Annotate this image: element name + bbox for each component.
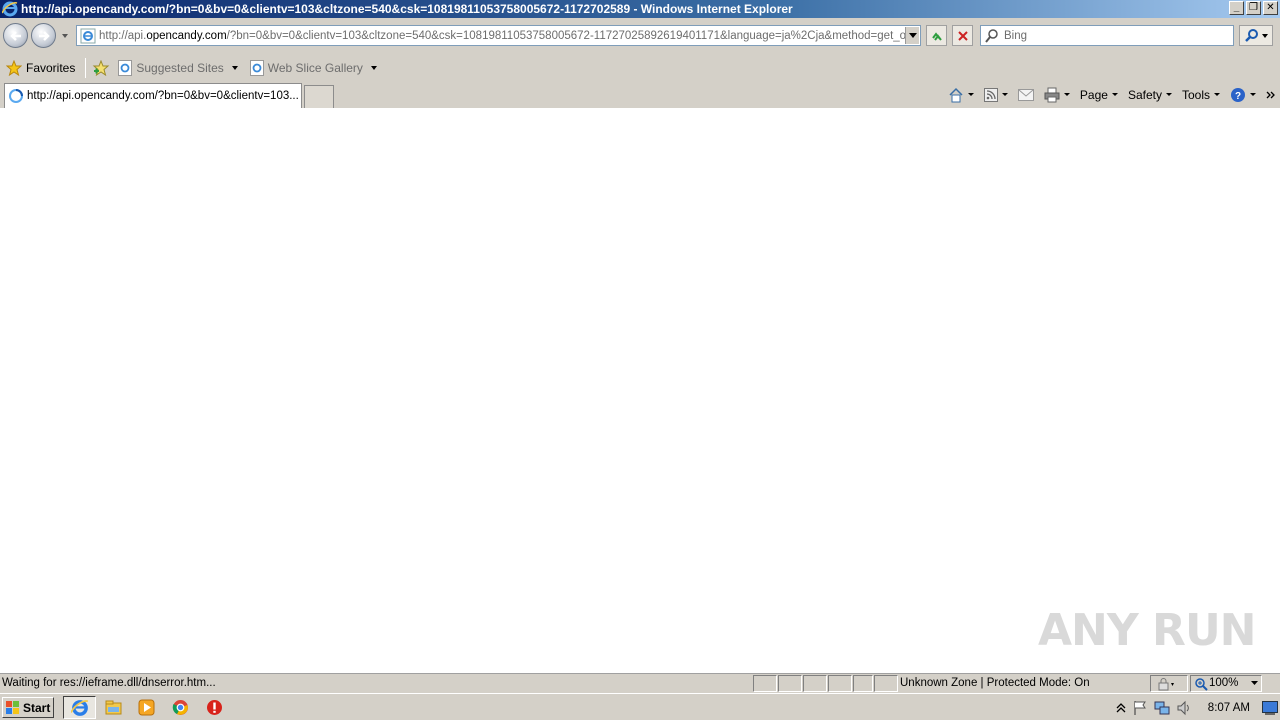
safety-menu[interactable]: Safety [1128, 88, 1172, 102]
web-slice-gallery-link[interactable]: Web Slice Gallery [249, 59, 377, 76]
status-bar: Waiting for res://ieframe.dll/dnserror.h… [0, 673, 1280, 693]
page-menu[interactable]: Page [1080, 88, 1118, 102]
clock[interactable]: 8:07 AM [1208, 702, 1250, 714]
separator [85, 57, 87, 78]
media-player-icon[interactable] [138, 699, 155, 716]
security-zone[interactable]: Unknown Zone | Protected Mode: On [900, 677, 1090, 689]
favorites-button[interactable]: Favorites [6, 59, 76, 76]
network-icon[interactable] [1154, 700, 1170, 716]
tab-active[interactable]: http://api.opencandy.com/?bn=0&bv=0&clie… [4, 83, 302, 108]
address-bar[interactable]: http://api.opencandy.com/?bn=0&bv=0&clie… [76, 25, 921, 46]
show-desktop-icon[interactable] [1262, 700, 1278, 715]
ie-page-icon [118, 59, 133, 76]
status-cell [874, 675, 898, 692]
back-button[interactable] [3, 23, 28, 48]
zoom-level: 100% [1209, 677, 1239, 689]
address-url[interactable]: http://api.opencandy.com/?bn=0&bv=0&clie… [99, 30, 905, 42]
add-to-favorites-bar-button[interactable] [92, 59, 110, 76]
window-title: http://api.opencandy.com/?bn=0&bv=0&clie… [21, 2, 793, 16]
navigation-bar: http://api.opencandy.com/?bn=0&bv=0&clie… [0, 18, 1280, 54]
search-box[interactable]: Bing [980, 25, 1234, 46]
show-hidden-icons-icon[interactable] [1116, 702, 1126, 714]
action-center-flag-icon[interactable] [1132, 700, 1148, 716]
start-button[interactable]: Start [2, 697, 54, 718]
ie-page-icon [80, 28, 96, 43]
anyrun-watermark: ANY RUN [1038, 605, 1256, 656]
forward-button[interactable] [31, 23, 56, 48]
recent-pages-dropdown[interactable] [61, 32, 69, 40]
web-slice-gallery-label: Web Slice Gallery [267, 60, 363, 75]
read-mail-button[interactable] [1017, 88, 1034, 101]
chevron-right-double-icon [1266, 91, 1275, 98]
search-icon [1244, 28, 1258, 42]
page-content [0, 108, 1280, 673]
search-placeholder: Bing [1004, 29, 1028, 42]
forward-icon [39, 31, 50, 41]
zoom-icon [1195, 678, 1208, 691]
tools-menu[interactable]: Tools [1182, 88, 1220, 102]
search-go-button[interactable] [1239, 25, 1273, 46]
stop-button[interactable] [952, 25, 973, 46]
more-commands-button[interactable] [1266, 90, 1276, 100]
taskbar: Start 8:07 AM [0, 693, 1280, 720]
status-text: Waiting for res://ieframe.dll/dnserror.h… [2, 677, 216, 689]
stop-icon [957, 30, 968, 41]
help-icon: ? [1231, 87, 1245, 102]
status-cell [778, 675, 802, 692]
refresh-button[interactable] [926, 25, 947, 46]
print-icon [1044, 87, 1060, 102]
search-icon [985, 28, 998, 43]
refresh-icon [931, 31, 942, 41]
loading-icon [9, 89, 23, 103]
volume-icon[interactable] [1176, 700, 1192, 716]
chevron-down-icon [231, 65, 238, 70]
favorites-label: Favorites [26, 60, 76, 75]
start-label: Start [23, 700, 51, 715]
new-tab-button[interactable] [304, 85, 334, 108]
suggested-sites-link[interactable]: Suggested Sites [118, 59, 238, 76]
windows-logo-icon [6, 700, 19, 714]
status-cell [853, 675, 873, 692]
help-menu[interactable]: ? [1230, 87, 1256, 103]
chrome-icon[interactable] [172, 699, 189, 716]
safety-menu-label: Safety [1127, 87, 1162, 102]
star-icon [6, 59, 22, 76]
protected-mode-button[interactable] [1150, 675, 1188, 692]
tools-menu-label: Tools [1181, 87, 1210, 102]
ie-page-icon [249, 59, 264, 76]
suggested-sites-label: Suggested Sites [136, 60, 224, 75]
chevron-down-icon [370, 65, 377, 70]
explorer-icon[interactable] [105, 699, 122, 716]
restore-button[interactable]: ❐ [1246, 1, 1261, 15]
chevron-down-icon[interactable] [1251, 681, 1259, 687]
command-bar: Page Safety Tools ? [938, 81, 1280, 108]
print-button[interactable] [1044, 87, 1070, 103]
status-cell [803, 675, 827, 692]
title-bar: http://api.opencandy.com/?bn=0&bv=0&clie… [0, 0, 1280, 18]
taskbar-ie-button[interactable] [63, 696, 96, 719]
feeds-button[interactable] [983, 87, 1008, 102]
stop-sign-icon[interactable] [206, 699, 223, 716]
home-icon [949, 87, 963, 102]
back-icon [10, 31, 21, 41]
feeds-icon [983, 87, 998, 102]
tab-bar: http://api.opencandy.com/?bn=0&bv=0&clie… [0, 81, 1280, 108]
lock-icon [1158, 678, 1174, 691]
page-menu-label: Page [1079, 87, 1108, 102]
ie-icon [2, 1, 18, 17]
minimize-button[interactable]: _ [1229, 1, 1244, 15]
status-cell [753, 675, 777, 692]
favorites-bar: Favorites Suggested Sites Web Slice Gall… [0, 54, 1280, 81]
ie-icon [70, 699, 88, 716]
add-favorite-icon [93, 59, 110, 76]
mail-icon [1017, 88, 1034, 101]
watermark-text: ANY RUN [1038, 605, 1256, 656]
system-tray: 8:07 AM [1116, 697, 1278, 718]
home-button[interactable] [948, 87, 974, 103]
status-cell [828, 675, 852, 692]
address-dropdown[interactable] [905, 27, 919, 44]
tab-label: http://api.opencandy.com/?bn=0&bv=0&clie… [27, 90, 299, 102]
svg-text:?: ? [1235, 91, 1241, 102]
close-button[interactable]: ✕ [1263, 1, 1278, 15]
